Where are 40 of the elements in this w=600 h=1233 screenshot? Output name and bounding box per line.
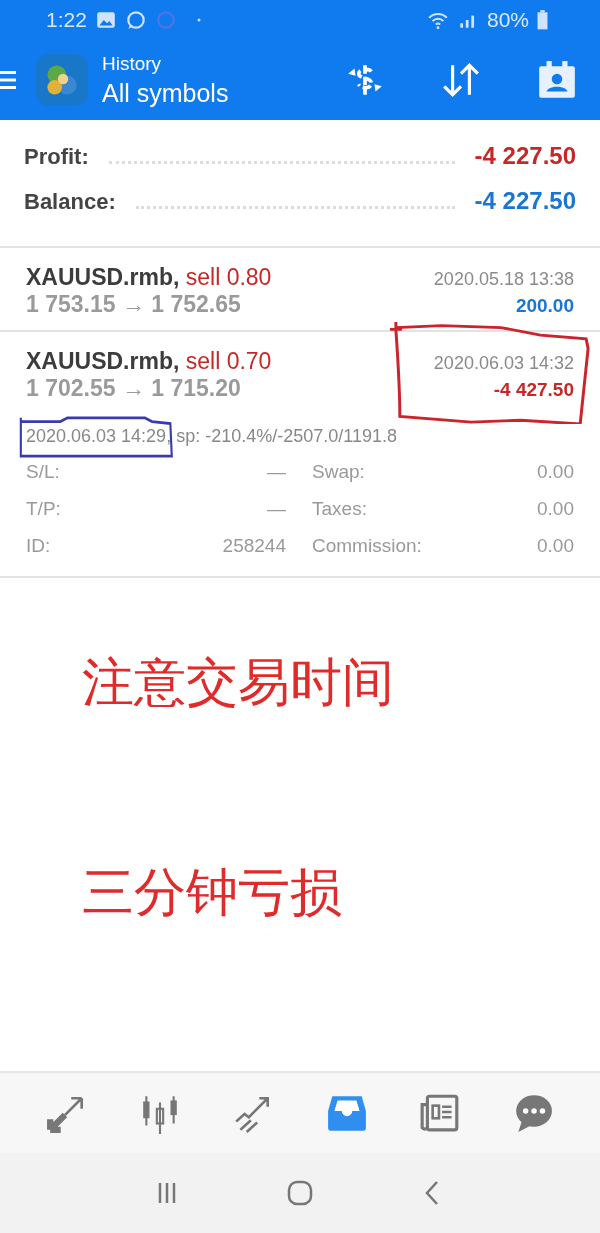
- battery-percent: 80%: [486, 8, 529, 32]
- gallery-icon: [94, 9, 117, 31]
- detail-label: Taxes:: [311, 497, 368, 520]
- detail-value: 0.00: [537, 460, 574, 483]
- annotation-text: 注意交易时间: [82, 652, 395, 713]
- summary-label: Profit:: [24, 144, 89, 170]
- battery-icon: [537, 10, 548, 30]
- summary-label: Balance:: [24, 189, 116, 215]
- deal-title[interactable]: XAUUSD.rmb, sell 0.80: [26, 264, 272, 291]
- deal-title[interactable]: XAUUSD.rmb, sell 0.70: [26, 348, 272, 375]
- detail-value: —: [266, 460, 286, 483]
- dot-icon: [196, 18, 201, 22]
- status-time: 1:22: [46, 8, 87, 32]
- annotation-text: 三分钟亏损: [82, 862, 343, 923]
- home-icon[interactable]: [285, 1178, 315, 1208]
- deal-open-info: 2020.06.03 14:29, sp: -210.4%/-2507.0/1191.8: [26, 426, 398, 447]
- deal-prices: 1 753.15 → 1 752.65: [26, 291, 241, 318]
- circle-icon: [154, 9, 177, 31]
- detail-value: 0.00: [537, 497, 574, 520]
- detail-value: 0.00: [537, 534, 574, 557]
- calendar-person-icon[interactable]: [536, 59, 578, 101]
- detail-label: Commission:: [311, 534, 423, 557]
- detail-label: S/L:: [26, 460, 61, 483]
- deal-profit: -4 427.50: [493, 379, 574, 401]
- screen-title[interactable]: All symbols: [102, 78, 229, 108]
- deal-prices: 1 702.55 → 1 715.20: [26, 375, 241, 402]
- detail-value: 258244: [221, 534, 286, 557]
- screen-subtitle: History: [102, 52, 163, 75]
- detail-label: Swap:: [311, 460, 366, 483]
- detail-value: —: [266, 497, 286, 520]
- deal-time: 2020.05.18 13:38: [433, 269, 574, 290]
- summary-value: -4 227.50: [474, 142, 576, 170]
- summary-value: -4 227.50: [474, 187, 576, 215]
- deal-profit: 200.00: [515, 295, 574, 317]
- detail-label: T/P:: [26, 497, 62, 520]
- deal-time: 2020.06.03 14:32: [433, 353, 574, 374]
- detail-label: ID:: [26, 534, 52, 557]
- app-logo-icon: [36, 54, 88, 106]
- menu-icon[interactable]: [0, 69, 16, 91]
- chat-bubble-icon: [124, 9, 147, 31]
